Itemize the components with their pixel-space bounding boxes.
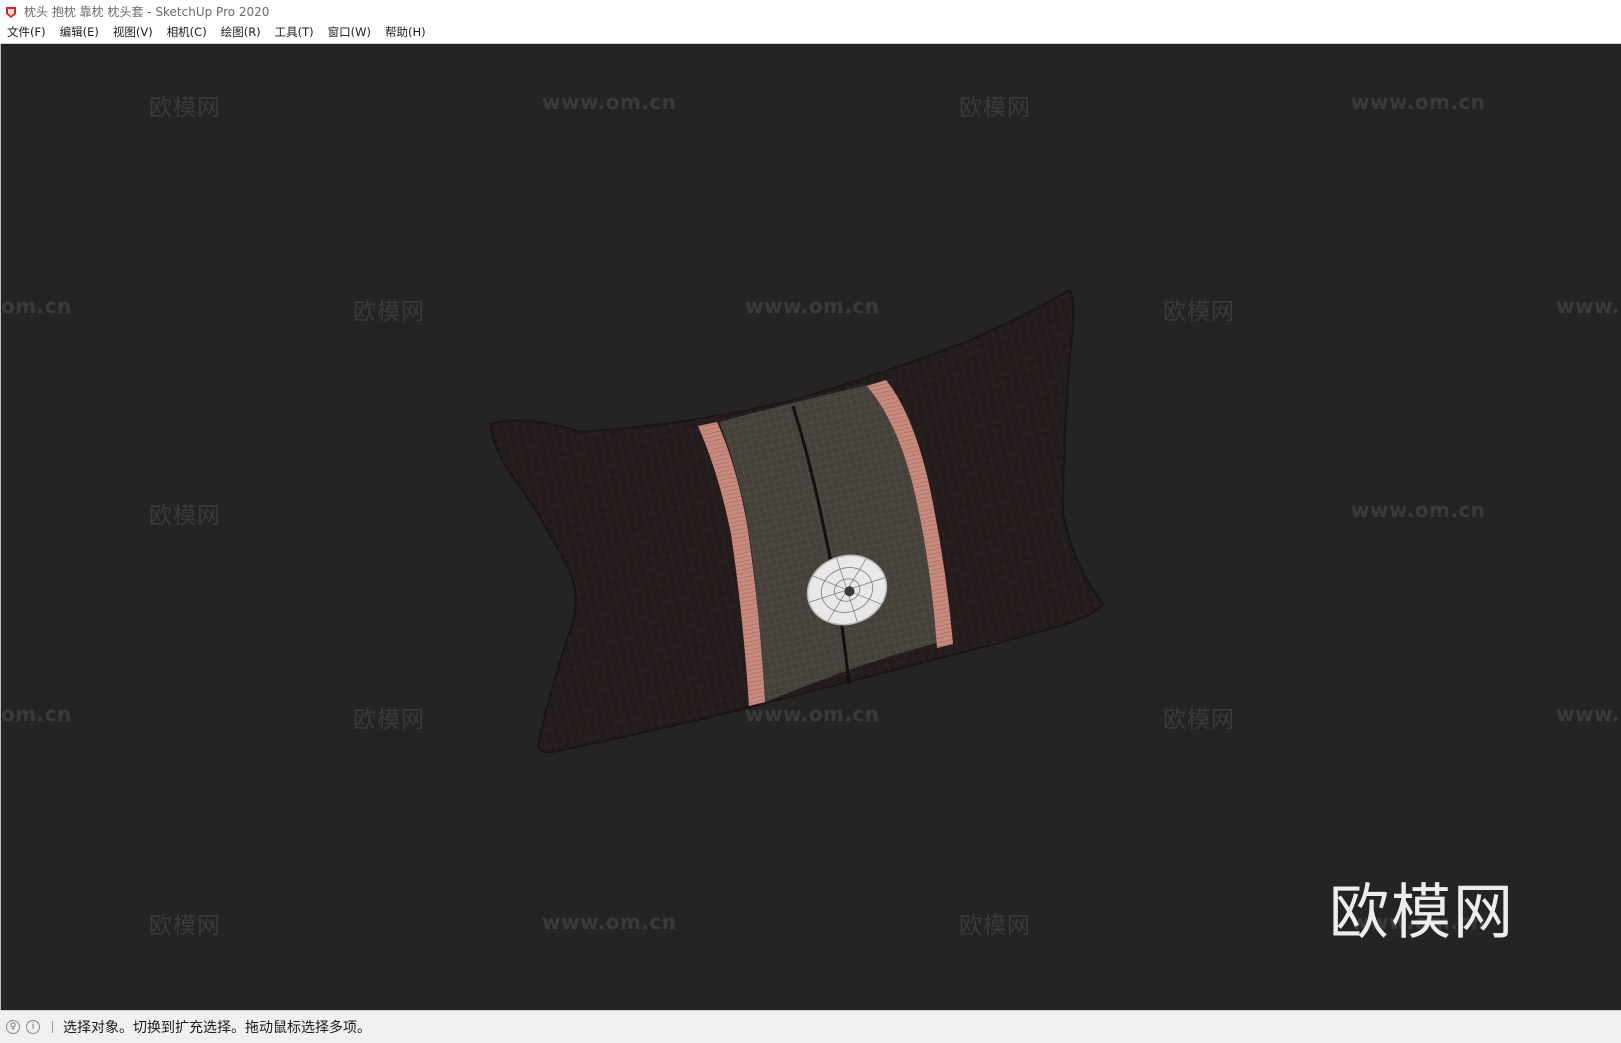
menu-bar: 文件(F) 编辑(E) 视图(V) 相机(C) 绘图(R) 工具(T) 窗口(W… [0,22,1621,44]
menu-tools[interactable]: 工具(T) [268,22,321,43]
window-title: 枕头 抱枕 靠枕 枕头套 - SketchUp Pro 2020 [24,4,270,19]
title-bar: 枕头 抱枕 靠枕 枕头套 - SketchUp Pro 2020 [0,0,1621,22]
watermark-logo-large: 欧模网 [1329,878,1515,948]
menu-draw[interactable]: 绘图(R) [214,22,268,43]
3d-viewport[interactable]: 欧模网 www.om.cn 欧模网 www.om.cn om.cn 欧模网 ww… [0,44,1621,1010]
menu-file[interactable]: 文件(F) [0,22,53,43]
status-bar: ♀ i 选择对象。切换到扩充选择。拖动鼠标选择多项。 [0,1010,1621,1043]
menu-window[interactable]: 窗口(W) [321,22,378,43]
info-icon[interactable]: i [26,1020,40,1034]
status-divider [52,1021,53,1033]
menu-edit[interactable]: 编辑(E) [53,22,106,43]
sketchup-logo-icon [4,4,18,18]
geolocation-icon[interactable]: ♀ [6,1020,20,1034]
menu-help[interactable]: 帮助(H) [378,22,433,43]
menu-view[interactable]: 视图(V) [106,22,160,43]
menu-camera[interactable]: 相机(C) [160,22,214,43]
status-message: 选择对象。切换到扩充选择。拖动鼠标选择多项。 [63,1020,371,1036]
